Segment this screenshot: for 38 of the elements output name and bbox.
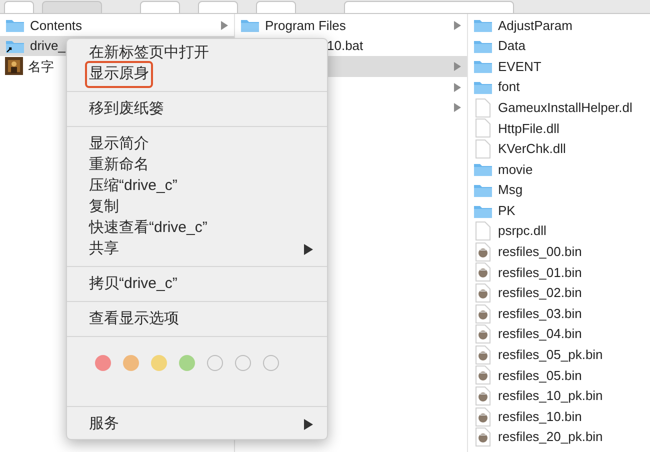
file-name: resfiles_05_pk.bin xyxy=(498,346,603,364)
file-name: resfiles_05.bin xyxy=(498,366,582,385)
file-name: Contents xyxy=(30,16,82,35)
menu-item-label: 查看显示选项 xyxy=(89,309,179,330)
menu-item-label: 共享 xyxy=(89,239,119,260)
menu-item-label: 快速查看“drive_c” xyxy=(89,218,208,238)
file-name: 名字 xyxy=(28,58,54,76)
file-name: resfiles_10.bin xyxy=(498,408,582,426)
file-name: KVerChk.dll xyxy=(498,140,566,158)
file-name: resfiles_02.bin xyxy=(498,284,582,302)
file-name: Data xyxy=(498,37,526,56)
menu-item-label: 重新命名 xyxy=(89,155,149,176)
file-name: resfiles_00.bin xyxy=(498,243,582,262)
menu-item-label: 服务 xyxy=(89,414,119,434)
menu-item-label: 压缩“drive_c” xyxy=(89,176,178,196)
file-name: EVENT xyxy=(498,58,542,76)
file-name: Program Files xyxy=(265,16,346,35)
file-name: HttpFile.dll xyxy=(498,120,560,138)
menu-item-label: 拷贝“drive_c” xyxy=(89,274,178,294)
file-name: resfiles_04.bin xyxy=(498,325,582,344)
file-name: psrpc.dll xyxy=(498,222,546,240)
file-name: resfiles_03.bin xyxy=(498,304,582,323)
file-name: movie xyxy=(498,160,533,179)
file-name: GameuxInstallHelper.dl xyxy=(498,98,632,117)
menu-item-label: 复制 xyxy=(89,197,119,218)
menu-item-label: 在新标签页中打开 xyxy=(89,43,209,64)
menu-item-label: 移到废纸篓 xyxy=(89,99,164,120)
menu-item-label: 显示原身 xyxy=(85,61,153,88)
menu-item-label: 显示简介 xyxy=(89,134,149,154)
file-name: resfiles_01.bin xyxy=(498,264,582,282)
file-name: font xyxy=(498,78,520,96)
file-name: AdjustParam xyxy=(498,16,572,35)
file-name: resfiles_20_pk.bin xyxy=(498,428,603,446)
file-name: Msg xyxy=(498,181,523,200)
file-name: PK xyxy=(498,202,516,220)
file-name: resfiles_10_pk.bin xyxy=(498,387,603,406)
file-name: 10.bat xyxy=(327,37,364,56)
file-name: drive_ xyxy=(30,37,66,56)
